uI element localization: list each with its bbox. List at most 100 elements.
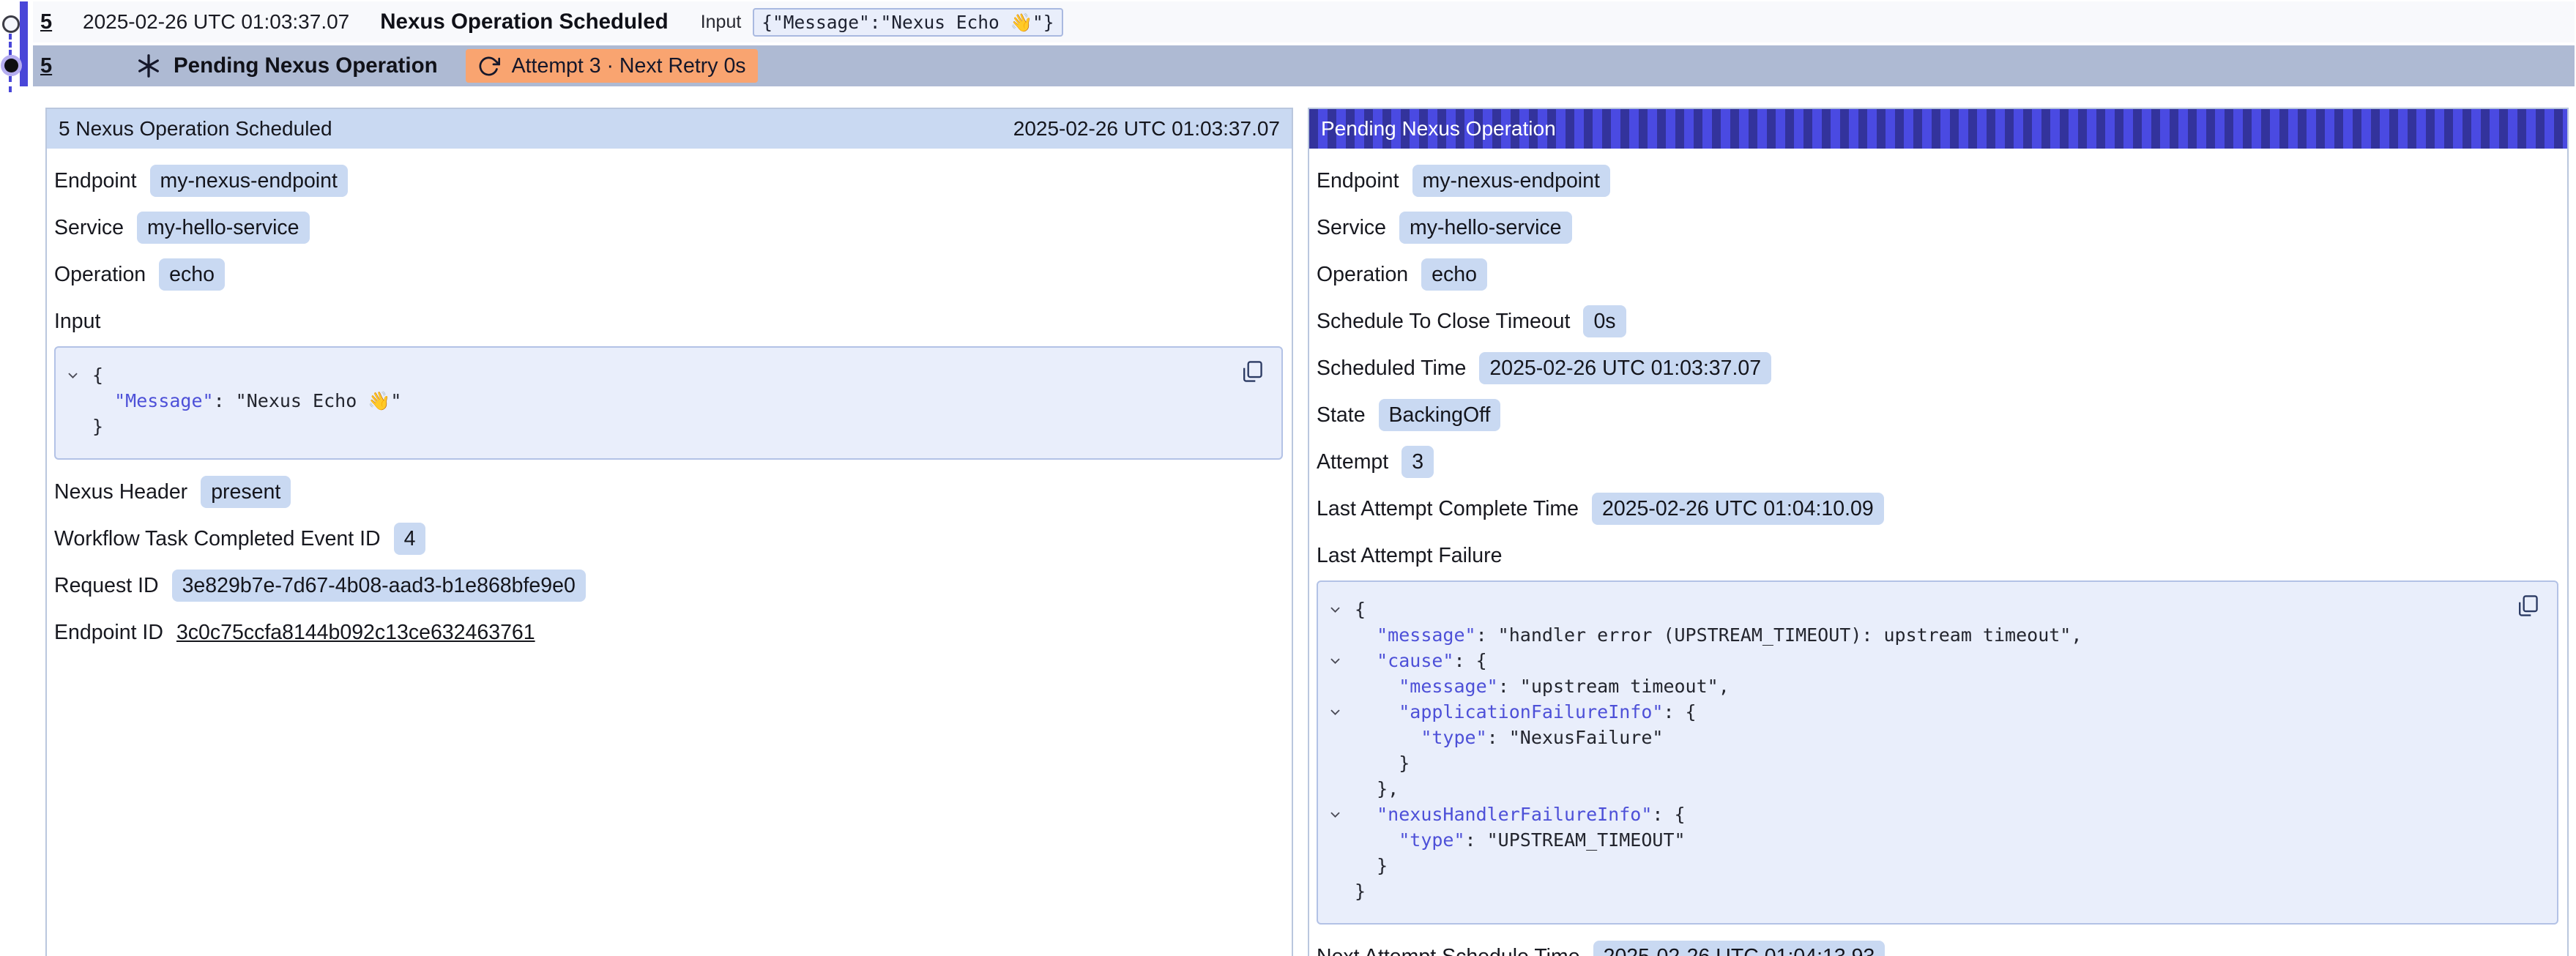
field-value-badge: 3 [1401,446,1434,478]
code-line: } [1324,853,2498,878]
field-row-attempt: Attempt 3 [1317,438,2558,485]
endpoint-id-link[interactable]: 3c0c75ccfa8144b092c13ce632463761 [176,621,535,645]
copy-button[interactable] [1240,359,1264,386]
field-value-badge: 4 [394,523,426,555]
input-code-block: { "Message": "Nexus Echo 👋"} [54,346,1283,460]
json-text: } [1355,878,1366,904]
json-text: }, [1377,776,1399,802]
pending-panel-body: Endpointmy-nexus-endpointServicemy-hello… [1309,149,2567,956]
field-label: Last Attempt Failure [1317,544,1502,568]
retry-icon [477,55,500,78]
pending-spinner-icon [135,53,162,79]
code-line: "applicationFailureInfo": { [1324,699,2498,725]
panel-title: Pending Nexus Operation [1321,117,1556,141]
field-value-badge: 2025-02-26 UTC 01:04:10.09 [1592,493,1884,525]
field-value-badge: my-nexus-endpoint [1412,165,1610,197]
code-line: "message": "upstream timeout", [1324,673,2498,699]
field-row-scheduled-time: Scheduled Time 2025-02-26 UTC 01:03:37.07 [1317,345,2558,392]
scheduled-panel-body: Endpointmy-nexus-endpointServicemy-hello… [47,149,1292,656]
timeline-accent-bar [20,1,28,86]
json-text: : { [1652,802,1685,827]
field-label: Scheduled Time [1317,356,1466,381]
pending-operation-panel: Pending Nexus Operation Endpointmy-nexus… [1308,108,2569,956]
field-row-request-id: Request ID3e829b7e-7d67-4b08-aad3-b1e868… [54,562,1283,609]
copy-button[interactable] [2515,594,2539,620]
code-line: } [62,414,1223,439]
code-indent [92,388,114,414]
code-line: } [1324,878,2498,904]
field-label: Operation [1317,263,1408,287]
code-line: "nexusHandlerFailureInfo": { [1324,802,2498,827]
field-value-badge: present [201,476,291,508]
json-key: "type" [1421,725,1486,750]
field-value-badge: 0s [1583,305,1626,337]
code-line: }, [1324,776,2498,802]
pending-panel-header: Pending Nexus Operation [1309,109,2567,149]
code-line: "cause": { [1324,648,2498,673]
code-indent [1355,802,1377,827]
json-text: } [92,414,103,439]
json-key: "Message" [114,388,213,414]
field-label: Workflow Task Completed Event ID [54,527,381,551]
field-label: Operation [54,263,146,287]
input-label: Input [701,12,742,33]
collapse-chevron-icon[interactable] [62,368,92,382]
timeline-dashed-line [9,76,12,92]
json-key: "type" [1399,827,1464,853]
field-row-endpoint-id: Endpoint ID 3c0c75ccfa8144b092c13ce632463… [54,609,1283,656]
code-indent [1355,725,1421,750]
code-indent [1355,622,1377,648]
json-text: : "upstream timeout", [1498,673,1730,699]
input-preview-badge[interactable]: {"Message":"Nexus Echo 👋"} [753,8,1062,37]
code-indent [1355,673,1399,699]
field-label: Schedule To Close Timeout [1317,310,1570,334]
field-label: Next Attempt Schedule Time [1317,945,1580,956]
timeline-dashed-line [9,34,12,56]
collapse-chevron-icon[interactable] [1324,654,1355,668]
field-label: Last Attempt Complete Time [1317,497,1579,521]
field-label: Input [54,310,100,334]
event-id-link[interactable]: 5 [40,54,64,78]
event-detail-panel-scheduled: 5 Nexus Operation Scheduled 2025-02-26 U… [45,108,1293,956]
field-value-badge: 2025-02-26 UTC 01:03:37.07 [1479,352,1771,384]
timeline-node-scheduled-icon [2,15,20,33]
field-label: Endpoint [54,169,137,193]
code-indent [1355,776,1377,802]
code-line: { [62,362,1223,388]
code-indent [1355,648,1377,673]
event-row-pending-nexus-operation[interactable]: 5 Pending Nexus Operation Attempt 3 · Ne… [33,45,2575,86]
code-indent [1355,853,1377,878]
field-row-last-attempt-complete-time: Last Attempt Complete Time 2025-02-26 UTC… [1317,485,2558,532]
last-attempt-failure-code-block: { "message": "handler error (UPSTREAM_TI… [1317,580,2558,925]
field-value-badge: 3e829b7e-7d67-4b08-aad3-b1e868bfe9e0 [172,570,586,602]
panel-title: 5 Nexus Operation Scheduled [59,117,332,141]
collapse-chevron-icon[interactable] [1324,602,1355,616]
code-indent [1355,699,1399,725]
field-value-badge: my-hello-service [137,212,309,244]
code-line: } [1324,750,2498,776]
json-text: : "NexusFailure" [1487,725,1664,750]
field-row-service: Servicemy-hello-service [1317,204,2558,251]
field-value-badge: 2025-02-26 UTC 01:04:13.93 [1593,941,1886,956]
json-text: { [1355,597,1366,622]
field-row-endpoint: Endpointmy-nexus-endpoint [54,157,1283,204]
field-row-last-attempt-failure: Last Attempt Failure [1317,532,2558,579]
event-title: Nexus Operation Scheduled [380,10,668,34]
collapse-chevron-icon[interactable] [1324,807,1355,821]
code-line: "message": "handler error (UPSTREAM_TIME… [1324,622,2498,648]
field-row-workflow-task-completed-event-id: Workflow Task Completed Event ID 4 [54,515,1283,562]
field-value-badge: my-hello-service [1399,212,1571,244]
field-row-operation: Operationecho [1317,251,2558,298]
collapse-chevron-icon[interactable] [1324,705,1355,719]
field-label: Attempt [1317,450,1388,474]
field-value-badge: echo [159,258,225,291]
field-label: Endpoint ID [54,621,163,645]
event-time: 2025-02-26 UTC 01:03:37.07 [83,10,349,34]
json-text: } [1377,853,1388,878]
code-line: { [1324,597,2498,622]
json-text: : "handler error (UPSTREAM_TIMEOUT): ups… [1476,622,2082,648]
json-key: "message" [1377,622,1475,648]
event-id-link[interactable]: 5 [40,10,64,34]
event-row-nexus-operation-scheduled[interactable]: 5 2025-02-26 UTC 01:03:37.07 Nexus Opera… [33,1,2575,42]
field-row-endpoint: Endpointmy-nexus-endpoint [1317,157,2558,204]
